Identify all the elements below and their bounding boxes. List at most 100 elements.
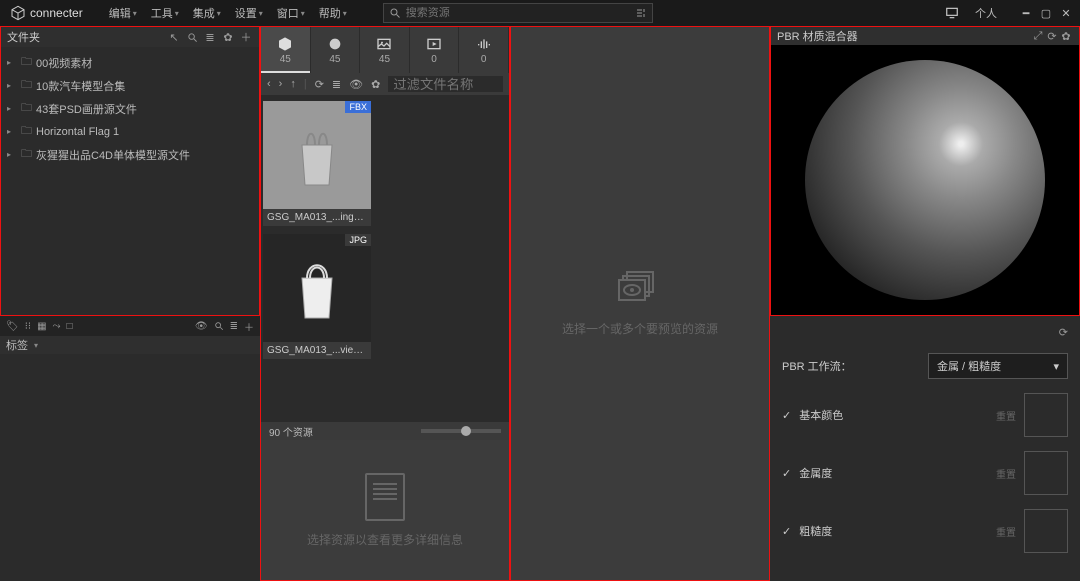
property-label: 金属度 [799, 465, 988, 481]
type-tabs: 45 45 45 0 0 [261, 27, 509, 73]
menu-window[interactable]: 窗口▾ [271, 2, 311, 24]
divider: | [304, 78, 307, 90]
close-button[interactable]: ✕ [1056, 3, 1076, 23]
layers-icon[interactable]: ≣ [203, 30, 217, 44]
texture-swatch[interactable] [1024, 393, 1068, 437]
asset-item[interactable]: JPG GSG_MA013_...viewthumb [263, 234, 371, 359]
detail-placeholder: 选择资源以查看更多详细信息 [307, 531, 463, 548]
type-tab-audio[interactable]: 0 [459, 27, 509, 73]
folder-item[interactable]: ▸🗀43套PSD画册源文件 [7, 97, 253, 120]
reset-button[interactable]: 重置 [996, 408, 1016, 423]
account-label[interactable]: 个人 [970, 2, 1002, 24]
type-count: 0 [431, 54, 437, 65]
preview-icon [615, 270, 665, 310]
refresh-icon[interactable]: ⟳ [1059, 326, 1068, 339]
thumbnail-size-slider[interactable] [421, 429, 501, 433]
back-icon[interactable]: ‹ [267, 78, 271, 90]
browser-column: 45 45 45 0 0 ‹ › ↑ | ⟳ [260, 26, 510, 581]
texture-swatch[interactable] [1024, 509, 1068, 553]
reset-button[interactable]: 重置 [996, 524, 1016, 539]
filter-box[interactable] [388, 76, 503, 92]
folder-item[interactable]: ▸🗀Horizontal Flag 1 [7, 120, 253, 143]
asset-name: GSG_MA013_...ingBagIcon [263, 209, 371, 226]
add-icon[interactable]: ＋ [244, 319, 254, 334]
reset-button[interactable]: 重置 [996, 466, 1016, 481]
up-icon[interactable]: ↑ [290, 78, 296, 90]
tag-view-tree-icon[interactable]: ⤳ [53, 321, 61, 332]
folder-item[interactable]: ▸🗀00视频素材 [7, 51, 253, 74]
asset-item[interactable]: FBX GSG_MA013_...ingBagIcon [263, 101, 371, 226]
search-options-icon[interactable] [630, 7, 652, 19]
left-column: 文件夹 ↖ ≣ ✿ ＋ ▸🗀00视频素材 ▸🗀10款汽车模型合集 ▸🗀43套PS… [0, 26, 260, 581]
list-icon[interactable]: ≣ [332, 78, 341, 91]
workflow-select[interactable]: 金属 / 粗糙度 ▾ [928, 353, 1068, 379]
cursor-icon[interactable]: ↖ [167, 30, 181, 44]
forward-icon[interactable]: › [279, 78, 283, 90]
search-icon[interactable] [214, 321, 224, 331]
folders-title: 文件夹 [7, 29, 161, 45]
eye-icon[interactable]: 👁 [349, 78, 363, 91]
tag-view-list-icon[interactable]: ⁝⁝ [25, 321, 31, 332]
audio-icon [476, 36, 492, 52]
expand-icon[interactable]: ⤢ [1031, 29, 1045, 43]
pbr-preview-panel: PBR 材质混合器 ⤢ ⟳ ✿ [770, 26, 1080, 316]
tag-view-square-icon[interactable]: □ [67, 321, 73, 332]
folder-item[interactable]: ▸🗀10款汽车模型合集 [7, 74, 253, 97]
search-icon[interactable] [185, 30, 199, 44]
folder-label: Horizontal Flag 1 [36, 126, 119, 138]
refresh-icon[interactable]: ⟳ [1045, 29, 1059, 43]
asset-grid: FBX GSG_MA013_...ingBagIcon JPG [261, 95, 509, 422]
refresh-icon[interactable]: ⟳ [315, 78, 324, 91]
menu-tools[interactable]: 工具▾ [145, 2, 185, 24]
image-icon [376, 36, 392, 52]
monitor-icon[interactable] [940, 3, 964, 23]
type-tab-video[interactable]: 0 [410, 27, 460, 73]
check-icon[interactable]: ✓ [782, 409, 791, 422]
menu-integration[interactable]: 集成▾ [187, 2, 227, 24]
type-tab-image[interactable]: 45 [360, 27, 410, 73]
check-icon[interactable]: ✓ [782, 467, 791, 480]
check-icon[interactable]: ✓ [782, 525, 791, 538]
minimize-button[interactable]: ━ [1016, 3, 1036, 23]
folder-icon: 🗀 [21, 76, 32, 95]
format-badge: JPG [345, 234, 371, 246]
type-count: 45 [280, 54, 291, 65]
add-icon[interactable]: ＋ [239, 30, 253, 44]
type-tab-3d[interactable]: 45 [261, 27, 311, 73]
filter-input[interactable] [393, 77, 498, 92]
type-tab-material[interactable]: 45 [311, 27, 361, 73]
folder-icon: 🗀 [21, 99, 32, 118]
tag-view-tag-icon[interactable]: 🏷 [6, 321, 19, 332]
menu-settings[interactable]: 设置▾ [229, 2, 269, 24]
menu-bar: 编辑▾ 工具▾ 集成▾ 设置▾ 窗口▾ 帮助▾ [103, 2, 353, 24]
search-input[interactable] [406, 7, 630, 19]
tags-header[interactable]: 标签 ▾ [0, 336, 260, 354]
layers-icon[interactable]: ≣ [230, 321, 238, 332]
asset-thumbnail: JPG [263, 234, 371, 342]
tags-title: 标签 [6, 337, 28, 353]
folder-item[interactable]: ▸🗀灰猩猩出品C4D单体模型源文件 [7, 143, 253, 166]
folder-label: 灰猩猩出品C4D单体模型源文件 [36, 147, 190, 163]
texture-swatch[interactable] [1024, 451, 1068, 495]
pbr-properties: ⟳ PBR 工作流： 金属 / 粗糙度 ▾ ✓ 基本颜色 重置 ✓ 金属度 重置 [770, 316, 1080, 581]
folder-tree: ▸🗀00视频素材 ▸🗀10款汽车模型合集 ▸🗀43套PSD画册源文件 ▸🗀Hor… [1, 47, 259, 170]
tag-view-grid-icon[interactable]: ▦ [37, 321, 46, 332]
gear-icon[interactable]: ✿ [1059, 29, 1073, 43]
asset-count: 90 个资源 [269, 424, 313, 439]
gear-icon[interactable]: ✿ [371, 78, 380, 91]
menu-help[interactable]: 帮助▾ [313, 2, 353, 24]
sphere-icon [327, 36, 343, 52]
workflow-label: PBR 工作流： [782, 358, 920, 374]
search-box[interactable] [383, 3, 653, 23]
gear-icon[interactable]: ✿ [221, 30, 235, 44]
pbr-preview-viewport[interactable] [771, 45, 1079, 315]
asset-thumbnail: FBX [263, 101, 371, 209]
eye-icon[interactable]: 👁 [195, 321, 208, 332]
menu-edit[interactable]: 编辑▾ [103, 2, 143, 24]
search-icon [384, 7, 406, 19]
folder-label: 10款汽车模型合集 [36, 78, 125, 94]
property-basecolor: ✓ 基本颜色 重置 [782, 393, 1068, 437]
app-name: connecter [30, 6, 83, 20]
maximize-button[interactable]: ▢ [1036, 3, 1056, 23]
cube-icon [10, 5, 26, 21]
